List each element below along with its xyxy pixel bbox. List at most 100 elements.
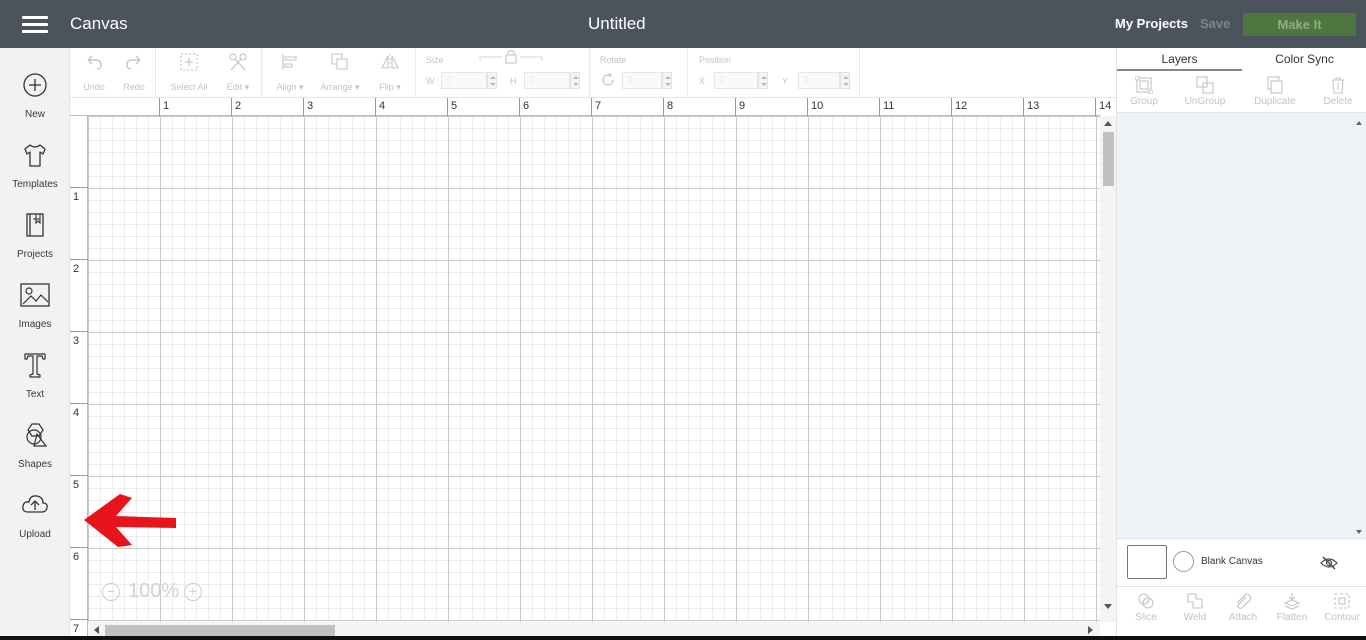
layers-list[interactable] [1117,114,1366,538]
sidebar-item-templates[interactable]: Templates [0,132,70,194]
weld-button[interactable]: Weld [1171,587,1219,629]
group-button[interactable]: Group [1121,71,1167,113]
undo-button[interactable]: Undo [76,50,112,96]
tab-color-sync[interactable]: Color Sync [1242,48,1366,71]
zoom-out-button[interactable]: − [102,583,120,601]
slice-label: Slice [1135,612,1157,623]
edit-label: Edit ▾ [226,82,250,92]
y-label: Y [782,76,789,86]
vertical-scroll-thumb[interactable] [1103,132,1114,186]
sidebar-item-images[interactable]: Images [0,272,70,334]
scroll-down-icon[interactable] [1104,604,1112,609]
redo-label: Redo [123,82,145,92]
scissors-icon [229,53,247,71]
redo-button[interactable]: Redo [116,50,152,96]
bottom-edge-bar [0,636,1366,640]
blank-canvas-label: Blank Canvas [1201,556,1263,567]
lock-icon[interactable] [478,49,544,65]
slice-button[interactable]: Slice [1121,587,1171,629]
ungroup-button[interactable]: UnGroup [1175,71,1235,113]
y-input[interactable]: 0 [798,72,840,89]
edit-button[interactable]: Edit ▾ [218,50,258,96]
top-ruler: 1 2 3 4 5 6 7 8 9 10 11 12 13 14 [70,98,1111,116]
panel-scroll-up-icon[interactable] [1356,121,1362,125]
sidebar-item-label: Text [25,389,45,400]
x-label: X [699,76,706,86]
flatten-label: Flatten [1276,612,1308,623]
ruler-top-number: 5 [451,100,458,112]
height-input[interactable]: 0 [524,72,570,89]
align-button[interactable]: Align ▾ [270,50,310,96]
blank-canvas-color-circle[interactable] [1173,551,1194,572]
sidebar-item-shapes[interactable]: Shapes [0,412,70,474]
left-sidebar: New Templates Projects Images Text Shape… [0,48,70,640]
panel-scroll-down-icon[interactable] [1356,530,1362,534]
rotate-input[interactable]: 0 [622,72,662,89]
scroll-right-icon[interactable] [1088,626,1093,634]
slice-icon [1138,593,1154,609]
canvas-area[interactable]: 1 2 3 4 5 6 7 8 9 10 11 12 13 14 1234567 − 100% + [70,98,1116,640]
zoom-in-button[interactable]: + [184,583,202,601]
rotate-value: 0 [627,75,633,86]
rotate-label: Rotate [600,55,627,65]
ruler-top-tick [231,98,232,116]
rotate-stepper[interactable] [662,72,672,89]
arrange-button[interactable]: Arrange ▾ [314,50,366,96]
sidebar-item-text[interactable]: Text [0,342,70,404]
blank-canvas-row[interactable]: Blank Canvas [1117,538,1366,586]
y-stepper[interactable] [840,72,850,89]
delete-button[interactable]: Delete [1315,71,1361,113]
align-icon [282,54,297,70]
horizontal-scroll-thumb[interactable] [105,625,335,636]
edit-label-text: Edit [226,82,243,92]
flip-label-text: Flip [379,82,394,92]
ruler-top-number: 10 [811,100,824,112]
canvas-grid[interactable] [88,116,1100,622]
flatten-button[interactable]: Flatten [1267,587,1317,629]
scroll-left-icon[interactable] [94,626,99,634]
flip-icon [381,54,399,70]
eye-hidden-icon[interactable] [1320,555,1338,571]
x-stepper[interactable] [758,72,768,89]
ruler-top-number: 11 [883,100,895,112]
save-button[interactable]: Save [1200,16,1230,31]
group-label: Group [1130,96,1158,107]
my-projects-link[interactable]: My Projects [1115,16,1188,31]
width-stepper[interactable] [487,72,497,89]
sidebar-item-label: Templates [12,179,58,190]
scroll-up-icon[interactable] [1104,121,1112,126]
blank-canvas-swatch[interactable] [1127,545,1167,579]
duplicate-button[interactable]: Duplicate [1243,71,1307,113]
width-value: 0 [446,75,452,86]
ruler-top-tick [1095,98,1096,116]
flip-button[interactable]: Flip ▾ [370,50,410,96]
attach-button[interactable]: Attach [1219,587,1267,629]
sidebar-item-upload[interactable]: Upload [0,482,70,544]
height-stepper[interactable] [570,72,580,89]
ruler-left-tick [70,619,88,620]
sidebar-item-new[interactable]: New [0,62,70,124]
edit-toolbar: Undo Redo Select All Edit ▾ Align ▾ Arra… [70,48,1116,98]
document-title[interactable]: Untitled [588,14,646,34]
ruler-top-tick [375,98,376,116]
width-input[interactable]: 0 [441,72,487,89]
contour-button[interactable]: Contour [1317,587,1366,629]
x-input[interactable]: 0 [714,72,758,89]
contour-label: Contour [1324,612,1360,623]
vertical-scrollbar[interactable] [1100,116,1116,622]
redo-icon [126,55,141,70]
y-value: 0 [803,75,809,86]
sidebar-item-projects[interactable]: Projects [0,202,70,264]
duplicate-label: Duplicate [1254,96,1296,107]
hamburger-menu-icon[interactable] [22,14,48,34]
make-it-button[interactable]: Make It [1243,13,1356,36]
ruler-left-tick [70,403,88,404]
ruler-top-number: 8 [667,100,674,112]
ruler-left-tick [70,475,88,476]
tab-layers[interactable]: Layers [1117,48,1242,71]
select-all-button[interactable]: Select All [164,50,214,96]
ruler-top-tick [879,98,880,116]
text-icon [24,353,46,378]
ruler-left-number: 3 [73,335,80,347]
x-value: 0 [719,75,725,86]
